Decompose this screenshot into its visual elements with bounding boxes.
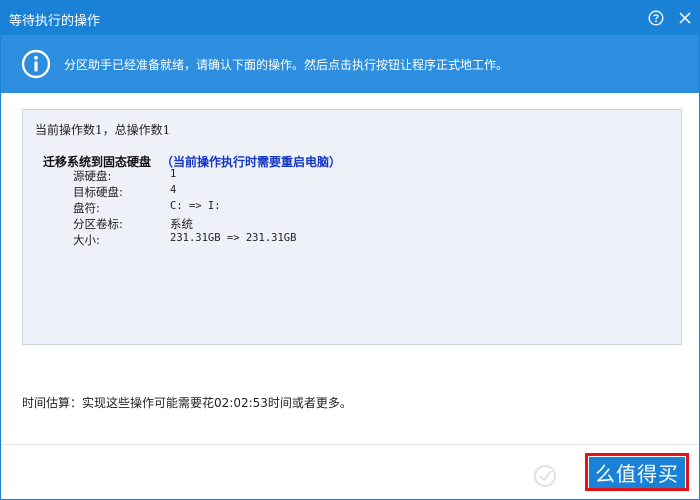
operations-summary: 当前操作数1，总操作数1	[35, 123, 171, 137]
detail-value: 1	[170, 168, 177, 180]
detail-value: 系统	[170, 217, 193, 231]
operations-panel: 当前操作数1，总操作数1 迁移系统到固态硬盘 （当前操作执行时需要重启电脑） 源硬…	[22, 109, 682, 345]
detail-label: 大小:	[73, 233, 100, 247]
close-icon[interactable]	[675, 8, 695, 28]
info-banner: 分区助手已经准备就绪，请确认下面的操作。然后点击执行按钮让程序正式地工作。	[1, 35, 699, 93]
detail-label: 盘符:	[73, 201, 100, 215]
banner-message: 分区助手已经准备就绪，请确认下面的操作。然后点击执行按钮让程序正式地工作。	[64, 58, 509, 72]
detail-label: 源硬盘:	[73, 169, 112, 183]
dialog-window: 等待执行的操作 分区助手已经准备就绪，请确认下面的操作。然后点击执行按钮让程序正…	[0, 0, 700, 500]
ok-button-label: 么值得买	[589, 456, 685, 488]
time-estimate: 时间估算：实现这些操作可能需要花02:02:53时间或者更多。	[22, 396, 352, 410]
detail-value: 4	[170, 184, 177, 196]
window-title: 等待执行的操作	[9, 14, 101, 29]
operation-note: （当前操作执行时需要重启电脑）	[161, 155, 342, 169]
help-icon[interactable]	[646, 8, 666, 28]
detail-value: 231.31GB => 231.31GB	[170, 232, 297, 244]
operation-title: 迁移系统到固态硬盘	[43, 155, 152, 169]
footer-divider	[1, 444, 699, 445]
detail-label: 目标硬盘:	[73, 185, 123, 199]
detail-value: C: => I:	[170, 200, 221, 212]
info-icon	[21, 49, 51, 79]
detail-label: 分区卷标:	[73, 217, 123, 231]
ok-button[interactable]: 么值得买	[585, 453, 689, 491]
title-bar[interactable]: 等待执行的操作	[1, 1, 699, 35]
